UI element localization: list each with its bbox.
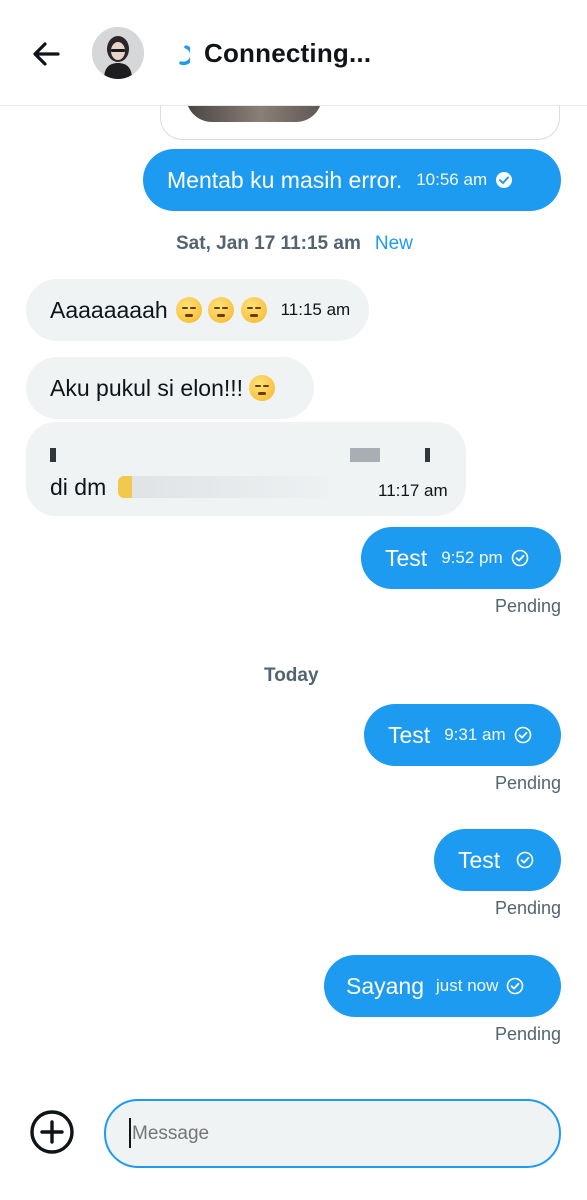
- loading-spinner-icon: [179, 45, 190, 66]
- message-status: Pending: [494, 596, 561, 616]
- message-status: Pending: [494, 898, 561, 918]
- message-time: just now: [436, 976, 499, 995]
- message-bubble-outgoing[interactable]: Test 9:52 pm: [361, 527, 561, 589]
- back-arrow-icon[interactable]: [28, 36, 64, 72]
- obscured-text-line: [50, 448, 430, 462]
- message-time: 9:52 pm: [441, 548, 503, 567]
- message-bubble-outgoing[interactable]: Sayang just now: [324, 955, 561, 1017]
- sent-receipt-icon: [516, 851, 534, 869]
- conversation-header: Connecting...: [0, 0, 587, 106]
- message-time: 10:56 am: [416, 170, 488, 189]
- message-time: 11:17 am: [378, 481, 448, 500]
- separator-date: Today: [264, 665, 319, 686]
- pensive-face-emoji: [208, 297, 235, 323]
- message-input[interactable]: [104, 1099, 561, 1168]
- message-text: di dm: [50, 474, 107, 500]
- message-time: 11:15 am: [280, 300, 351, 319]
- message-text: Aaaaaaaah: [50, 296, 168, 323]
- message-bubble-outgoing[interactable]: Mentab ku masih error. 10:56 am: [143, 149, 561, 211]
- connection-status-title: Connecting...: [204, 38, 372, 68]
- message-bubble-outgoing[interactable]: Test 9:31 am: [364, 704, 561, 766]
- new-badge: New: [374, 233, 413, 254]
- message-text: Test: [385, 544, 428, 571]
- message-bubble-outgoing[interactable]: Test: [434, 829, 561, 891]
- add-circle-icon[interactable]: [28, 1108, 76, 1156]
- obscured-text-blur: [118, 476, 328, 498]
- message-text: Test: [388, 721, 431, 748]
- weary-face-emoji: [175, 297, 202, 323]
- message-time: 9:31 am: [444, 725, 506, 744]
- date-separator: Sat, Jan 17 11:15 am New: [176, 233, 413, 255]
- message-text: Aku pukul si elon!!!: [50, 374, 244, 401]
- date-separator: Today: [264, 665, 319, 687]
- message-bubble-incoming[interactable]: Aaaaaaaah 11:15 am: [26, 279, 369, 341]
- message-bubble-incoming-obscured[interactable]: di dm 11:17 am: [26, 422, 466, 516]
- message-bubble-incoming[interactable]: Aku pukul si elon!!!: [26, 357, 314, 419]
- sent-receipt-icon: [511, 549, 528, 567]
- message-status: Pending: [494, 773, 561, 793]
- message-text: Mentab ku masih error.: [167, 166, 403, 193]
- face-with-steam-emoji: [249, 375, 276, 401]
- separator-date: Sat, Jan 17 11:15 am: [176, 233, 361, 254]
- text-cursor: [129, 1118, 131, 1148]
- sent-receipt-icon: [514, 726, 531, 744]
- message-text: Sayang: [346, 972, 425, 999]
- message-text: Test: [458, 846, 501, 873]
- message-status: Pending: [494, 1024, 561, 1044]
- read-receipt-icon: [496, 172, 513, 188]
- sent-receipt-icon: [507, 977, 524, 995]
- avatar[interactable]: [92, 27, 144, 79]
- relieved-face-emoji: [240, 297, 267, 323]
